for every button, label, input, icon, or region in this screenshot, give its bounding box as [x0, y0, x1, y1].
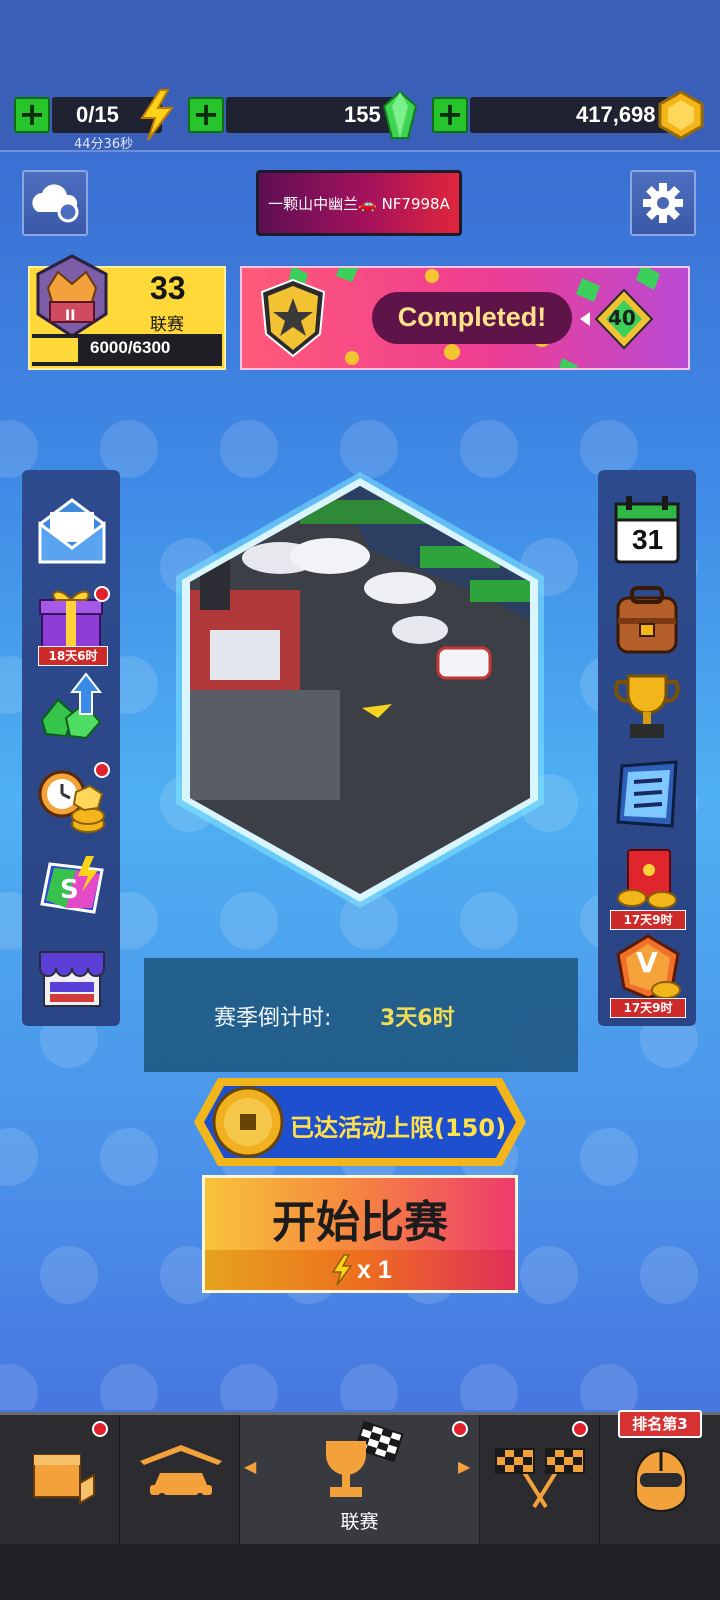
- add-coins-button[interactable]: +: [432, 97, 468, 133]
- start-race-cost-bar: x 1: [205, 1250, 515, 1290]
- store-notification-dot: [92, 1421, 108, 1437]
- nav-garage[interactable]: [120, 1415, 240, 1547]
- store-box-icon: [33, 1454, 95, 1505]
- mail-icon[interactable]: [36, 498, 108, 568]
- add-gems-button[interactable]: +: [188, 97, 224, 133]
- checkered-flags-icon: [495, 1448, 585, 1509]
- green-gem-icon: [382, 90, 418, 139]
- status-pill: Completed!: [372, 292, 572, 344]
- ranking-tag: 排名第3: [618, 1410, 702, 1438]
- rank-tier: II: [65, 308, 76, 324]
- event-status: Completed!: [397, 302, 547, 332]
- track-preview-hexagon[interactable]: [170, 470, 550, 910]
- coins-value: 417,698: [576, 102, 656, 127]
- background-emblem: [520, 1246, 578, 1304]
- activity-limit-text: 已达活动上限(150): [290, 1114, 507, 1142]
- gold-coin-icon: [658, 90, 704, 140]
- trophy-flag-icon: [326, 1421, 404, 1497]
- backpack-icon[interactable]: [612, 584, 682, 656]
- cloud-sync-button[interactable]: [22, 170, 88, 236]
- gift-notification-dot: [94, 586, 110, 602]
- offline-coins-notification-dot: [94, 762, 110, 778]
- reward-count: 40: [608, 306, 636, 330]
- nav-race[interactable]: [480, 1415, 600, 1547]
- trophy-icon[interactable]: [612, 670, 682, 742]
- background-emblem: [0, 1364, 38, 1410]
- league-level: 33: [150, 270, 186, 306]
- add-energy-button[interactable]: +: [14, 97, 50, 133]
- shop-icon[interactable]: [36, 944, 108, 1010]
- start-race-button[interactable]: 开始比赛 x 1: [202, 1175, 518, 1293]
- gift-timer: 18天6时: [38, 646, 108, 666]
- season-countdown-label: 赛季倒计时:: [214, 1006, 332, 1031]
- energy-timer: 44分36秒: [74, 137, 134, 152]
- track-scene: [190, 486, 530, 894]
- season-countdown-panel: 赛季倒计时: 3天6时: [144, 958, 578, 1072]
- nav-right-arrow-icon: ▶: [458, 1457, 471, 1476]
- background-emblem: [0, 1128, 38, 1186]
- background-emblem: [460, 1364, 518, 1410]
- background-emblem: [100, 1364, 158, 1410]
- background-emblem: [220, 1364, 278, 1410]
- league-progress-text: 6000/6300: [90, 338, 171, 357]
- red-envelope-icon[interactable]: [612, 846, 682, 912]
- background-emblem: [580, 1364, 638, 1410]
- league-progress-bar: 6000/6300: [32, 334, 222, 366]
- gems-value: 155: [344, 102, 381, 127]
- lightning-icon: [140, 89, 174, 141]
- crown-rank-badge-icon: [36, 254, 108, 338]
- lightning-icon: [331, 1254, 353, 1286]
- s-pass-card-icon[interactable]: S: [36, 854, 108, 920]
- nav-store[interactable]: [0, 1415, 120, 1547]
- nav-left-arrow-icon: ◀: [244, 1457, 257, 1476]
- league-label: 联赛: [150, 315, 184, 335]
- background-emblem: [40, 1246, 98, 1304]
- league-level-panel[interactable]: II 33 联赛 6000/6300: [28, 254, 226, 370]
- start-race-label: 开始比赛: [272, 1197, 448, 1248]
- vip-letter: V: [636, 946, 658, 979]
- star-shield-icon: [260, 278, 326, 358]
- league-progress-fill: [32, 338, 78, 362]
- league-notification-dot: [452, 1421, 468, 1437]
- gem-arrow-icon[interactable]: [36, 670, 108, 742]
- nav-league[interactable]: ◀ 联赛 ▶: [240, 1415, 480, 1547]
- nav-league-label: 联赛: [340, 1511, 379, 1533]
- background-emblem: [340, 1364, 398, 1410]
- activity-limit-banner[interactable]: 已达活动上限(150): [190, 1074, 530, 1170]
- vip-timer: 17天9时: [610, 998, 686, 1018]
- gear-icon: [643, 183, 683, 223]
- player-name-plate[interactable]: 一颗山中幽兰🚗 NF7998A: [256, 170, 462, 236]
- energy-value: 0/15: [76, 102, 119, 127]
- garage-car-icon: [140, 1445, 222, 1501]
- checklist-icon[interactable]: [612, 758, 682, 830]
- background-emblem: [640, 1246, 698, 1304]
- race-notification-dot: [572, 1421, 588, 1437]
- season-countdown-value: 3天6时: [380, 1006, 455, 1031]
- cloud-sync-icon: [32, 184, 79, 223]
- start-race-cost: x 1: [357, 1256, 392, 1284]
- red-envelope-timer: 17天9时: [610, 910, 686, 930]
- event-banner[interactable]: Completed! 40: [240, 266, 690, 370]
- calendar-day: 31: [632, 524, 664, 555]
- player-name: 一颗山中幽兰🚗 NF7998A: [268, 195, 450, 213]
- background-emblem: [100, 1128, 158, 1186]
- system-nav-area: [0, 1544, 720, 1600]
- svg-text:S: S: [60, 875, 79, 905]
- settings-button[interactable]: [630, 170, 696, 236]
- background-emblem: [580, 1128, 638, 1186]
- racer-helmet-icon: [635, 1449, 687, 1512]
